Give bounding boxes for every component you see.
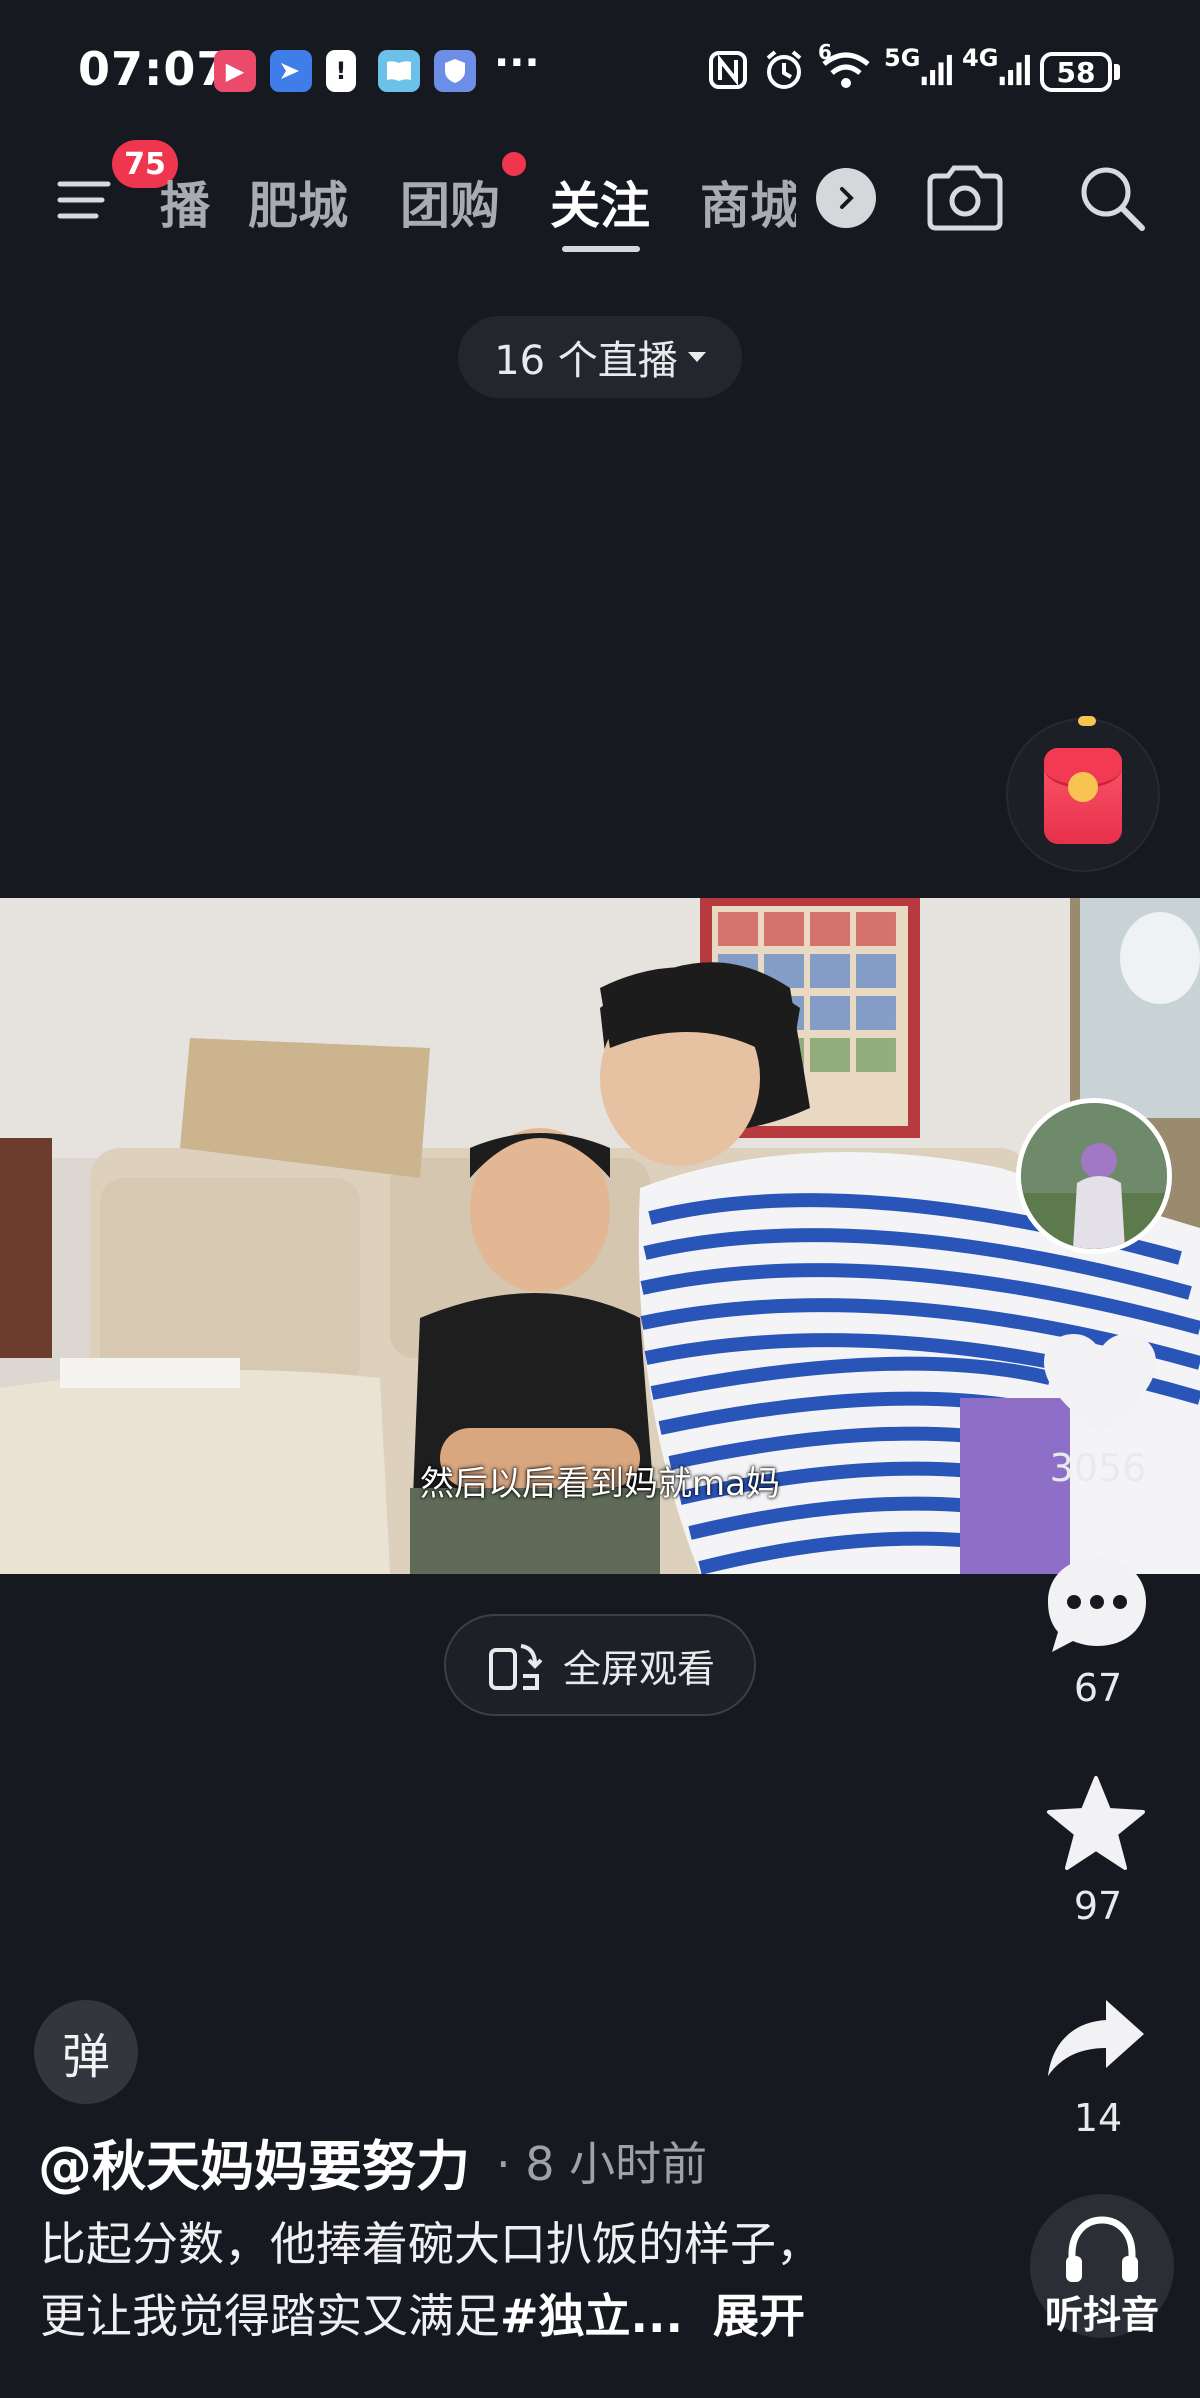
tab-group-buy[interactable]: 团购 xyxy=(400,166,500,238)
caption-text: 更让我觉得踏实又满足 xyxy=(40,2289,500,2343)
favorite-button[interactable] xyxy=(1044,1774,1148,1878)
alarm-icon xyxy=(760,44,808,96)
status-time: 07:07 xyxy=(78,42,230,96)
camera-button[interactable] xyxy=(924,164,1006,232)
signal-5g-icon: 5G xyxy=(884,44,954,96)
more-notifications: ··· xyxy=(494,40,540,86)
battery-indicator: 58 xyxy=(1040,52,1112,92)
red-packet-coin xyxy=(1068,772,1098,802)
danmu-label: 弹 xyxy=(61,2029,110,2085)
battery-tip xyxy=(1114,64,1120,80)
alert-app-icon: ! xyxy=(326,50,356,92)
rotate-phone-icon xyxy=(488,1644,543,1690)
expand-caption-button[interactable]: 展开 xyxy=(713,2289,805,2343)
active-tab-indicator xyxy=(562,246,640,252)
tab-group-buy-dot xyxy=(502,152,526,176)
avatar-image xyxy=(1021,1103,1167,1249)
comment-icon xyxy=(1048,1558,1146,1652)
listen-douyin-label: 听抖音 xyxy=(1044,2293,1159,2337)
author-avatar[interactable] xyxy=(1016,1098,1172,1254)
chevron-right-icon xyxy=(840,187,854,209)
signal-4g-icon: 4G xyxy=(962,44,1032,96)
feishu-app-icon xyxy=(270,50,312,92)
red-packet-hanger xyxy=(1078,716,1096,726)
live-count-label: 16 个直播 xyxy=(494,338,678,384)
search-button[interactable] xyxy=(1076,162,1148,234)
favorite-count: 97 xyxy=(1073,1884,1123,1928)
star-icon xyxy=(1047,1776,1145,1870)
fullscreen-label: 全屏观看 xyxy=(562,1646,715,1691)
status-bar: 07:07 ▶ ! ··· 6 5G 4G 58 xyxy=(0,0,1200,140)
caption-line-1: 比起分数，他捧着碗大口扒饭的样子， xyxy=(40,2217,822,2271)
fullscreen-button[interactable]: 全屏观看 xyxy=(444,1614,756,1716)
camera-icon xyxy=(927,165,1003,231)
live-count-dropdown[interactable]: 16 个直播 xyxy=(458,316,742,398)
caption-line-2: 更让我觉得踏实又满足#独立... 展开 xyxy=(40,2280,805,2346)
wifi-icon: 6 xyxy=(816,40,876,96)
like-count: 3056 xyxy=(1049,1446,1147,1490)
hashtag-link[interactable]: #独立... xyxy=(500,2289,683,2343)
book-app-icon xyxy=(378,50,420,92)
share-icon xyxy=(1048,2000,1144,2076)
like-button[interactable] xyxy=(1040,1330,1160,1440)
more-tabs-button[interactable] xyxy=(816,168,876,228)
author-name[interactable]: @秋天妈妈要努力 xyxy=(38,2122,470,2201)
security-app-icon xyxy=(434,50,476,92)
comment-count: 67 xyxy=(1073,1666,1123,1710)
heart-icon xyxy=(1044,1334,1156,1434)
video-app-icon: ▶ xyxy=(214,50,256,92)
post-time: · 8 小时前 xyxy=(496,2137,708,2191)
menu-button[interactable] xyxy=(56,170,116,230)
tab-mall[interactable]: 商城 xyxy=(700,166,796,238)
nfc-icon xyxy=(706,44,750,96)
danmu-toggle-button[interactable]: 弹 xyxy=(34,2000,138,2104)
tab-following[interactable]: 关注 xyxy=(550,166,650,238)
search-icon xyxy=(1081,167,1145,231)
caret-down-icon xyxy=(687,352,706,362)
share-count: 14 xyxy=(1073,2096,1123,2140)
tab-live[interactable]: 播 xyxy=(160,166,210,238)
comment-button[interactable] xyxy=(1042,1552,1152,1662)
share-button[interactable] xyxy=(1044,1996,1148,2080)
tab-local-city[interactable]: 肥城 xyxy=(248,166,348,238)
